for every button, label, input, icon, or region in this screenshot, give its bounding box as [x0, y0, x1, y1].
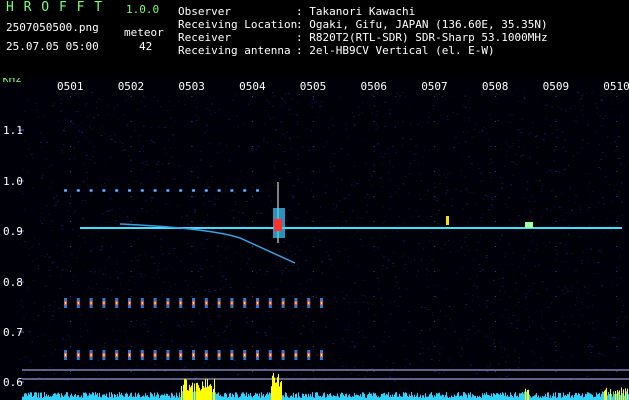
info-row-observer: Observer : Takanori Kawachi — [178, 5, 548, 18]
freq-tick-label: 1.0 — [3, 175, 23, 188]
spectrogram-background — [0, 78, 629, 400]
info-row-receiver: Receiver : R820T2(RTL-SDR) SDR-Sharp 53.… — [178, 31, 548, 44]
time-tick-label: 0503 — [178, 80, 205, 93]
time-tick-label: 0508 — [482, 80, 509, 93]
time-tick-label: 0501 — [57, 80, 84, 93]
info-key: Receiver — [178, 31, 231, 44]
info-row-antenna: Receiving antenna : 2el-HB9CV Vertical (… — [178, 44, 548, 57]
observation-datetime: 25.07.05 05:00 — [6, 40, 99, 53]
info-key: Receiving antenna — [178, 44, 291, 57]
time-tick-label: 0504 — [239, 80, 266, 93]
info-key: Observer — [178, 5, 231, 18]
image-filename: 2507050500.png — [6, 21, 99, 34]
meteor-count-value: 42 — [139, 40, 153, 53]
info-row-location: Receiving Location : Ogaki, Gifu, JAPAN … — [178, 18, 548, 31]
freq-tick-label: 0.6 — [3, 376, 23, 389]
info-value: : R820T2(RTL-SDR) SDR-Sharp 53.1000MHz — [296, 31, 548, 44]
time-tick-label: 0510 — [603, 80, 629, 93]
time-tick-label: 0506 — [361, 80, 388, 93]
spectrogram: kHz 0501 0502 0503 0504 0505 0506 0507 0508 0509… — [0, 78, 629, 400]
time-tick-label: 0507 — [421, 80, 448, 93]
info-key: Receiving Location — [178, 18, 298, 31]
time-tick-label: 0509 — [543, 80, 570, 93]
station-info: Observer : Takanori Kawachi Receiving Lo… — [178, 5, 548, 57]
freq-unit-label: kHz — [2, 78, 22, 85]
time-tick-label: 0502 — [118, 80, 145, 93]
info-value: : Ogaki, Gifu, JAPAN (136.60E, 35.35N) — [296, 18, 548, 31]
info-value: : Takanori Kawachi — [296, 5, 416, 18]
freq-tick-label: 0.8 — [3, 276, 23, 289]
app-version: 1.0.0 — [126, 3, 160, 16]
freq-tick-label: 1.1 — [3, 124, 23, 137]
freq-tick-label: 0.7 — [3, 326, 23, 339]
app-title: H R O F F T — [6, 0, 104, 15]
header-left: H R O F F T 1.0.0 2507050500.png meteor … — [0, 0, 170, 70]
time-tick-label: 0505 — [300, 80, 327, 93]
meteor-count-label: meteor — [124, 26, 164, 39]
freq-tick-label: 0.9 — [3, 225, 23, 238]
info-value: : 2el-HB9CV Vertical (el. E-W) — [296, 44, 495, 57]
